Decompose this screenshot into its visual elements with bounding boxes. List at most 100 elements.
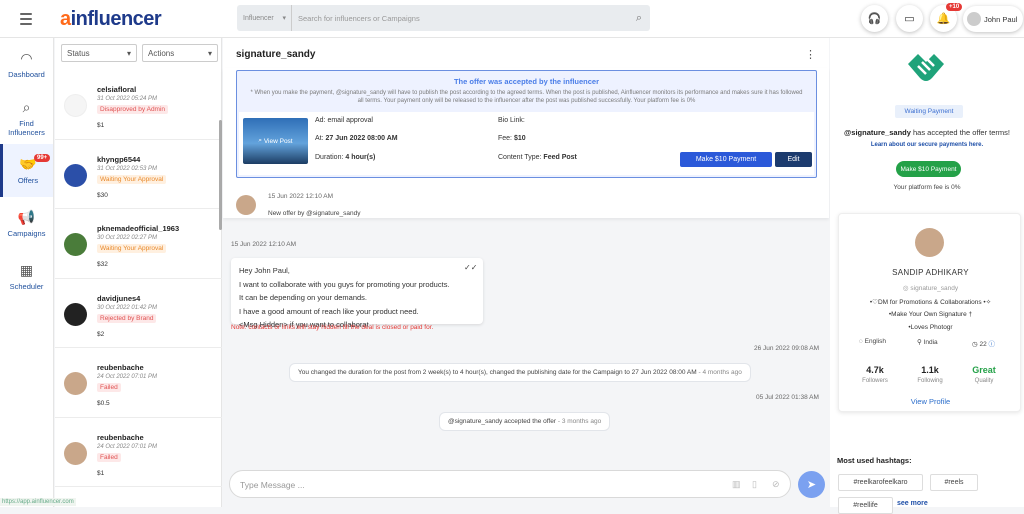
view-profile-link[interactable]: View Profile xyxy=(839,397,1022,406)
info-icon[interactable]: ⓘ xyxy=(989,341,996,348)
nav-campaigns[interactable]: 📢 Campaigns xyxy=(0,197,53,250)
avatar xyxy=(64,233,87,256)
profile-bio-line: •♡DM for Promotions & Collaborations •✧ xyxy=(869,299,992,306)
user-menu[interactable]: John Paul xyxy=(963,6,1023,32)
top-bar: ainfluencer Influencer ▾ Search for influ… xyxy=(0,0,1024,38)
message-line: I have a good amount of reach like your … xyxy=(239,306,419,316)
message-time: 26 Jun 2022 09:08 AM xyxy=(754,345,820,352)
offer-at: At: 27 Jun 2022 08:00 AM xyxy=(315,135,398,142)
offer-summary-card: The offer was accepted by the influencer… xyxy=(236,70,817,178)
double-check-icon: ✓✓ xyxy=(464,263,478,272)
following-stat: 1.1k Following xyxy=(917,365,943,384)
make-payment-button[interactable]: Make $10 Payment xyxy=(896,161,961,177)
nav-offers[interactable]: 🤝 99+ Offers xyxy=(0,144,53,197)
edit-offer-button[interactable]: Edit xyxy=(775,152,812,167)
search-icon[interactable]: ⌕ xyxy=(628,12,650,25)
list-item[interactable]: khyngp6544 31 Oct 2022 02:53 PM Waiting … xyxy=(55,140,222,209)
accepted-message: @signature_sandy has accepted the offer … xyxy=(843,128,1010,137)
nav-dashboard[interactable]: ◠ Dashboard xyxy=(0,38,53,91)
status-badge: Waiting Your Approval xyxy=(97,244,167,253)
message-line: I want to collaborate with you guys for … xyxy=(239,279,450,289)
system-message: @signature_sandy accepted the offer - 3 … xyxy=(439,412,611,431)
side-navigation: ◠ Dashboard ⌕ Find Influencers 🤝 99+ Off… xyxy=(0,38,54,507)
offer-content-type: Content Type: Feed Post xyxy=(498,154,577,161)
list-item[interactable]: celsiafloral 31 Oct 2022 05:24 PM Disapp… xyxy=(55,70,222,140)
offer-date: 30 Oct 2022 01:42 PM xyxy=(97,304,158,311)
chevron-down-icon: ▾ xyxy=(282,15,286,22)
profile-bio-line: •Loves Photogr xyxy=(908,324,953,331)
app-logo[interactable]: ainfluencer xyxy=(60,8,162,31)
search-input[interactable]: Search for influencers or Campaigns xyxy=(292,14,628,23)
status-badge: Rejected by Brand xyxy=(97,313,157,323)
avatar xyxy=(64,163,87,187)
make-payment-button[interactable]: Make $10 Payment xyxy=(680,152,772,167)
profile-handle: ◎ signature_sandy xyxy=(902,285,959,292)
status-badge: Failed xyxy=(97,452,121,462)
send-button[interactable]: ➤ xyxy=(798,471,825,498)
list-item[interactable]: davidjunes4 30 Oct 2022 01:42 PM Rejecte… xyxy=(55,279,222,348)
list-item[interactable]: reubenbache 24 Oct 2022 07:01 PM Failed … xyxy=(55,418,222,487)
send-icon: ➤ xyxy=(806,479,817,491)
nav-find-influencers[interactable]: ⌕ Find Influencers xyxy=(0,91,53,144)
status-badge: Disapproved by Admin xyxy=(97,105,169,114)
location-pin-icon: ⚲ xyxy=(917,339,924,346)
offer-date: 31 Oct 2022 02:53 PM xyxy=(97,165,158,172)
influencer-name: pknemadeofficial_1963 xyxy=(97,224,180,233)
avatar xyxy=(967,12,981,26)
message-composer: Type Message ... ▥ ▯ ⊘ xyxy=(229,470,791,498)
chat-panel: signature_sandy ⋮ The offer was accepted… xyxy=(223,38,829,507)
status-filter-dropdown[interactable]: Status ▾ xyxy=(61,44,137,62)
followers-stat: 4.7k Followers xyxy=(862,365,888,384)
more-options-icon[interactable]: ⋮ xyxy=(805,48,816,61)
quality-stat: Great Quality xyxy=(972,365,996,384)
hashtag-chip[interactable]: #reelkarofeelkaro xyxy=(838,474,923,491)
support-headset-icon[interactable]: 🎧 xyxy=(861,5,888,32)
offer-fee: Fee: $10 xyxy=(498,135,526,142)
influencer-name: celsiafloral xyxy=(97,85,137,94)
chart-icon[interactable]: ▥ xyxy=(732,479,741,490)
notifications-badge: +10 xyxy=(946,3,963,11)
offer-bio-link: Bio Link: xyxy=(498,117,525,124)
influencer-name: reubenbache xyxy=(97,432,144,442)
platform-fee-text: Your platform fee is 0% xyxy=(893,184,961,191)
avatar xyxy=(64,441,87,465)
caret-down-icon: ▾ xyxy=(126,48,131,58)
message-input[interactable]: Type Message ... xyxy=(240,480,305,490)
hamburger-menu-icon[interactable] xyxy=(20,13,32,25)
search-bar: Influencer ▾ Search for influencers or Ca… xyxy=(237,5,650,31)
wallet-card-icon[interactable]: ▭ xyxy=(896,5,923,32)
link-icon[interactable]: ⊘ xyxy=(772,479,780,490)
view-post-thumbnail[interactable]: ⌕ View Post xyxy=(243,118,308,164)
actions-dropdown[interactable]: Actions ▾ xyxy=(142,44,218,62)
list-item[interactable]: pknemadeofficial_1963 30 Oct 2022 02:27 … xyxy=(55,209,222,279)
offer-heading: The offer was accepted by the influencer xyxy=(453,77,600,86)
status-bar-url: https://app.ainfluencer.com xyxy=(0,498,76,506)
list-scrollbar[interactable] xyxy=(219,120,222,230)
hashtag-chip[interactable]: #reellife xyxy=(838,497,893,514)
profile-name: SANDIP ADHIKARY xyxy=(892,268,969,277)
offer-price: $2 xyxy=(97,330,105,338)
message-time: 15 Jun 2022 12:10 AM xyxy=(231,241,297,248)
see-more-hashtags-link[interactable]: see more xyxy=(897,500,928,507)
nav-label: Scheduler xyxy=(9,282,44,291)
profile-age: ◷ 22 ⓘ xyxy=(972,341,996,348)
secure-payments-link[interactable]: Learn about our secure payments here. xyxy=(830,142,1024,148)
nav-label: Offers xyxy=(17,176,39,185)
nav-scheduler[interactable]: ▦ Scheduler xyxy=(0,250,53,303)
system-message: You changed the duration for the post fr… xyxy=(289,363,751,382)
magnifier-icon: ⌕ xyxy=(22,98,31,115)
calendar-icon: ▦ xyxy=(19,262,34,278)
hashtags-title: Most used hashtags: xyxy=(837,456,912,465)
search-category-select[interactable]: Influencer ▾ xyxy=(237,5,292,31)
attachment-icon[interactable]: ▯ xyxy=(752,479,757,490)
list-item[interactable]: reubenbache 24 Oct 2022 07:01 PM Failed … xyxy=(55,348,222,418)
megaphone-icon: 📢 xyxy=(17,209,36,225)
profile-bio-line: •Make Your Own Signature † xyxy=(888,311,973,318)
nav-label: Find Influencers xyxy=(8,118,45,137)
offers-badge: 99+ xyxy=(34,154,51,162)
hashtag-chip[interactable]: #reels xyxy=(930,474,978,491)
offer-description: * When you make the payment, @signature_… xyxy=(250,90,803,105)
offer-price: $32 xyxy=(97,261,108,268)
profile-language: ◌ English xyxy=(859,338,886,345)
message-time: 15 Jun 2022 12:10 AM xyxy=(268,193,334,200)
